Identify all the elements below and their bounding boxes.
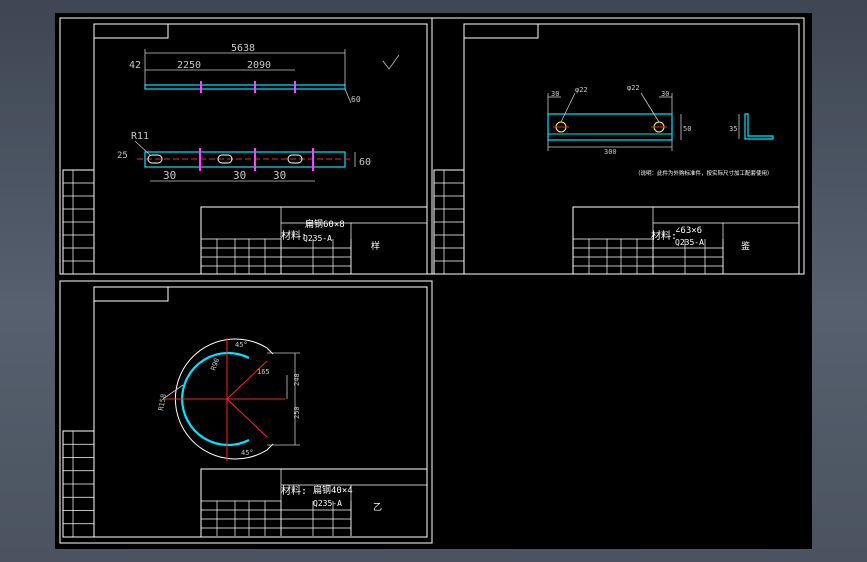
sheet2-inner-frame	[463, 23, 800, 275]
dim-outer-radius: R158	[157, 393, 168, 411]
material-standard: Q235-A	[675, 238, 704, 247]
dim-angle-bottom: 45°	[241, 449, 254, 457]
sheet1-part: 5638 42 2250 2090 60 R11 25 30 30 30 60 …	[117, 43, 400, 252]
material-label: 材料:	[281, 484, 307, 497]
sheet2-outer-frame	[431, 17, 805, 275]
dim-offset: 165	[257, 368, 270, 376]
dim-height: 50	[683, 125, 691, 133]
leader-line	[134, 140, 151, 156]
drawing-note: （说明：此件为外购标准件，按实际尺寸加工配套使用）	[635, 169, 773, 177]
cad-drawing: 5638 42 2250 2090 60 R11 25 30 30 30 60 …	[59, 17, 805, 544]
material-spec: 扁钢60×8	[305, 218, 345, 230]
flat-bar-top-view	[144, 84, 346, 90]
dim-slot-b: 30	[233, 169, 246, 182]
dim-upper: 248	[293, 373, 301, 386]
material-spec: ∠63×6	[675, 226, 702, 236]
dim-slot-c: 30	[273, 169, 286, 182]
dim-edge-left: 30	[551, 90, 559, 98]
surface-finish-mark	[382, 54, 400, 70]
sheet1-code-box	[93, 23, 169, 39]
drawing-stamp: 乙	[373, 502, 382, 513]
material-label: 材料:	[651, 229, 677, 242]
material-standard: Q235-A	[303, 234, 332, 243]
sheet3-inner-frame	[93, 286, 428, 538]
dim-mid-b: 2090	[247, 60, 271, 71]
dim-hole-width: 25	[117, 151, 128, 161]
dim-slot-a: 30	[163, 169, 176, 182]
dim-lower: 250	[293, 406, 301, 419]
material-spec: 扁钢40×4	[313, 484, 353, 496]
angle-section-view	[744, 113, 774, 140]
drawing-stamp: 样	[371, 240, 380, 252]
sheet3-part: 45° R90 R158 165 248 250 45° 材料: 扁钢40×4 …	[157, 338, 382, 513]
dim-thickness: 60	[351, 95, 361, 104]
dim-length: 300	[604, 148, 617, 156]
sheet3-code-box	[93, 286, 169, 302]
dim-height: 60	[359, 157, 371, 168]
drawing-canvas: 5638 42 2250 2090 60 R11 25 30 30 30 60 …	[55, 13, 812, 549]
leader-line	[640, 92, 660, 123]
clamp-radius-line	[226, 360, 268, 400]
clamp-radius-line	[226, 398, 268, 438]
dim-radius: R11	[131, 131, 149, 142]
drawing-stamp: 鉴	[741, 240, 750, 252]
material-standard: Q235-A	[313, 499, 342, 508]
dim-angle-size: 35	[729, 125, 737, 133]
leader-line	[560, 92, 576, 123]
dim-left: 42	[129, 60, 141, 71]
dim-hole-b: φ22	[627, 84, 640, 92]
dim-mid-a: 2250	[177, 60, 201, 71]
dim-edge-right: 30	[661, 90, 669, 98]
sheet1-outer-frame	[59, 17, 433, 275]
sheet2-code-box	[463, 23, 539, 39]
dim-inner-radius: R90	[209, 357, 221, 372]
dim-overall: 5638	[231, 43, 255, 54]
dim-hole-a: φ22	[575, 86, 588, 94]
dim-angle-top: 45°	[235, 341, 248, 349]
sheet2-part: 30 φ22 φ22 30 300 50 35 （说明：此件为外购标准件，按实际…	[547, 84, 774, 252]
